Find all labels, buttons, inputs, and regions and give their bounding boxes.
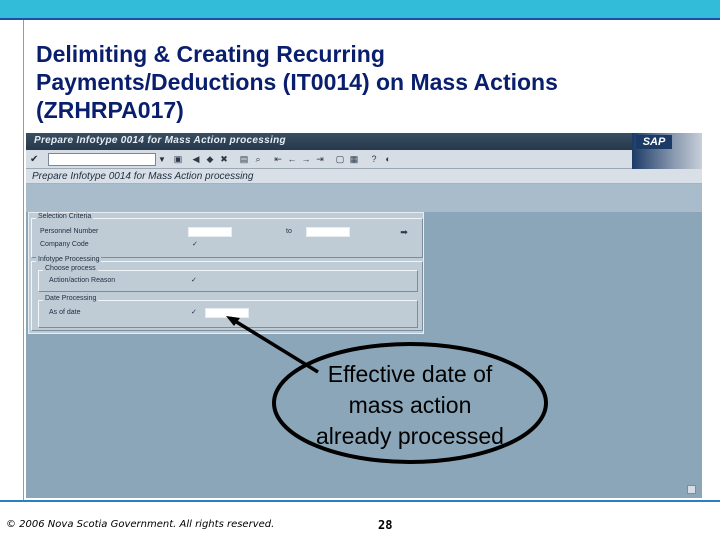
sap-logo: SAP	[636, 135, 672, 149]
top-banner	[0, 0, 720, 18]
next-page-icon[interactable]: →	[300, 153, 312, 165]
cancel-icon[interactable]: ✖	[218, 153, 230, 165]
to-label: to	[286, 228, 292, 235]
chevron-down-icon[interactable]: ▼	[158, 153, 167, 166]
sap-window-title: Prepare Infotype 0014 for Mass Action pr…	[34, 135, 286, 146]
callout-line: mass action	[348, 392, 472, 418]
choose-process-group: Choose process Action/action Reason ✓	[38, 265, 418, 292]
sap-title-bar: Prepare Infotype 0014 for Mass Action pr…	[26, 133, 702, 150]
help-icon[interactable]: ?	[368, 153, 380, 165]
screen-title-bar: Prepare Infotype 0014 for Mass Action pr…	[26, 169, 702, 184]
selection-criteria-group: Selection Criteria Personnel Number to ➡…	[31, 213, 423, 258]
required-check-icon: ✓	[192, 241, 198, 248]
back-icon[interactable]: ◀	[190, 153, 202, 165]
sap-logo-area: SAP	[632, 133, 702, 169]
personnel-number-to-input[interactable]	[306, 227, 350, 237]
slide-title: Delimiting & Creating Recurring Payments…	[36, 41, 558, 123]
left-margin-band	[0, 20, 24, 502]
required-check-icon: ✓	[191, 309, 197, 316]
enter-check-icon[interactable]: ✔	[30, 154, 38, 165]
shortcut-icon[interactable]: ▦	[348, 153, 360, 165]
command-field[interactable]	[48, 153, 156, 166]
scroll-corner	[687, 485, 696, 494]
selection-criteria-title: Selection Criteria	[36, 213, 94, 220]
callout-line: already processed	[316, 423, 504, 449]
sap-standard-toolbar: ✔ ▼ ▣ ◀ ◆ ✖ ▤ ⌕ ⇤ ← → ⇥ ▢ ▦ ? ◐	[26, 150, 632, 169]
print-icon[interactable]: ▤	[238, 153, 250, 165]
as-of-date-input[interactable]	[205, 308, 249, 318]
bottom-rule	[0, 500, 720, 502]
save-icon[interactable]: ▣	[172, 153, 184, 165]
personnel-number-label: Personnel Number	[40, 228, 99, 235]
top-rule	[0, 18, 720, 20]
prev-page-icon[interactable]: ←	[286, 153, 298, 165]
date-processing-group: Date Processing As of date ✓	[38, 295, 418, 328]
infotype-processing-title: Infotype Processing	[36, 256, 102, 263]
last-page-icon[interactable]: ⇥	[314, 153, 326, 165]
callout-text: Effective date of mass action already pr…	[292, 359, 528, 452]
company-code-label: Company Code	[40, 241, 89, 248]
layout-icon[interactable]: ◐	[382, 153, 394, 165]
choose-process-title: Choose process	[43, 265, 98, 272]
infotype-processing-group: Infotype Processing Choose process Actio…	[31, 256, 423, 331]
exit-icon[interactable]: ◆	[204, 153, 216, 165]
first-page-icon[interactable]: ⇤	[272, 153, 284, 165]
required-check-icon: ✓	[191, 277, 197, 284]
multiple-selection-icon[interactable]: ➡	[398, 226, 410, 238]
find-icon[interactable]: ⌕	[252, 153, 264, 165]
date-processing-title: Date Processing	[43, 295, 99, 302]
application-toolbar	[26, 184, 702, 212]
personnel-number-from-input[interactable]	[188, 227, 232, 237]
as-of-date-label: As of date	[49, 309, 81, 316]
page-number: 28	[378, 518, 393, 532]
action-reason-label: Action/action Reason	[49, 277, 116, 284]
selection-panel: Selection Criteria Personnel Number to ➡…	[28, 212, 424, 334]
new-session-icon[interactable]: ▢	[334, 153, 346, 165]
copyright-notice: © 2006 Nova Scotia Government. All right…	[6, 519, 275, 530]
screen-title: Prepare Infotype 0014 for Mass Action pr…	[32, 171, 254, 182]
callout-line: Effective date of	[327, 361, 493, 387]
